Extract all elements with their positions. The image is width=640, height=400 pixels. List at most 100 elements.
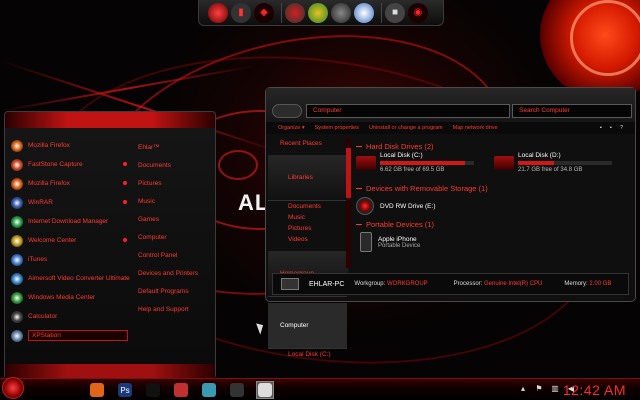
start-place-item[interactable]: Documents <box>138 156 214 174</box>
drive-item[interactable]: Local Disk (D:) 21.7 GB free of 34.8 GB <box>494 152 614 182</box>
start-program-item[interactable]: Calculator <box>11 307 131 326</box>
nav-item[interactable]: Music <box>268 212 347 223</box>
start-program-label: Welcome Center <box>28 237 77 244</box>
start-program-item[interactable]: FastStone Capture <box>11 155 131 174</box>
alien-head-icon[interactable] <box>144 381 162 399</box>
gadget-user-icon[interactable] <box>331 2 351 23</box>
alien-eye-logo <box>218 150 258 180</box>
command-button[interactable]: Organize ▾ <box>278 125 305 131</box>
nav-item[interactable]: Computer <box>268 303 347 349</box>
start-orb-button[interactable] <box>2 377 24 399</box>
hard-disk-icon <box>494 156 514 170</box>
taskbar-app-glyph <box>202 383 216 397</box>
clock-icon[interactable] <box>354 2 374 23</box>
start-place-item[interactable]: Devices and Printers <box>138 264 214 282</box>
group-hard-disk-drives[interactable]: Hard Disk Drives (2) <box>356 140 634 152</box>
gadget-cpu-icon[interactable] <box>285 2 305 23</box>
address-bar[interactable]: Computer <box>306 104 510 118</box>
drive-usage-fill <box>380 161 465 165</box>
nav-scrollbar[interactable] <box>346 138 351 268</box>
details-pane: EHLAR-PC Workgroup: WORKGROUP Processor:… <box>272 273 629 295</box>
preview-pane-icon[interactable]: ▪ <box>610 125 612 131</box>
dock-group: ▮ ◆ <box>205 2 277 23</box>
nav-item[interactable]: Documents <box>268 201 347 212</box>
nav-item[interactable]: Videos <box>268 234 347 245</box>
taskbar-app-glyph <box>230 383 244 397</box>
alien-eye-icon[interactable]: ◉ <box>408 2 428 23</box>
group-removable-storage[interactable]: Devices with Removable Storage (1) <box>356 182 634 194</box>
drive-name: Local Disk (D:) <box>518 152 561 159</box>
command-button[interactable]: System properties <box>315 125 359 131</box>
photoshop-icon[interactable]: Ps <box>116 381 134 399</box>
command-button[interactable]: Uninstall or change a program <box>369 125 443 131</box>
start-place-item[interactable]: Control Panel <box>138 246 214 264</box>
start-program-item[interactable]: Mozilla Firefox <box>11 174 131 193</box>
media-player-icon[interactable] <box>228 381 246 399</box>
explorer-window-icon[interactable] <box>256 381 274 399</box>
gadget-meter-icon[interactable] <box>308 2 328 23</box>
start-program-item[interactable]: XPStation <box>11 326 131 345</box>
memory-label: Memory: <box>564 281 588 287</box>
screenshot-app-icon[interactable] <box>172 381 190 399</box>
hard-disk-icon <box>356 156 376 170</box>
iphone-item[interactable]: Apple iPhone Portable Device <box>356 230 634 254</box>
alien-head-icon[interactable]: ◆ <box>254 2 274 23</box>
drive-usage-bar <box>380 161 474 165</box>
search-input[interactable]: Search Computer <box>512 104 632 118</box>
back-forward-buttons[interactable] <box>272 104 302 118</box>
scrollbar-thumb[interactable] <box>346 148 351 198</box>
firefox-icon[interactable] <box>88 381 106 399</box>
start-place-item[interactable]: Pictures <box>138 174 214 192</box>
alienware-orb-icon[interactable] <box>208 2 228 23</box>
drive-usage-bar <box>518 161 612 165</box>
group-portable-devices[interactable]: Portable Devices (1) <box>356 218 634 230</box>
start-program-item[interactable]: iTunes <box>11 250 131 269</box>
start-place-item[interactable]: Ehlar™ <box>138 138 214 156</box>
idm-icon <box>11 215 23 228</box>
command-button[interactable]: Map network drive <box>453 125 498 131</box>
window-header: Computer Search Computer Organize ▾ Syste… <box>266 88 635 134</box>
start-program-item[interactable]: WinRAR <box>11 193 131 212</box>
start-place-item[interactable]: Help and Support <box>138 300 214 318</box>
start-place-item[interactable]: Computer <box>138 228 214 246</box>
start-program-label: Windows Media Center <box>28 294 96 301</box>
start-program-item[interactable]: Windows Media Center <box>11 288 131 307</box>
start-menu-footer-bar <box>5 364 215 378</box>
media-icon[interactable]: ▮ <box>231 2 251 23</box>
show-hidden-icons-icon[interactable]: ▴ <box>518 383 528 393</box>
device-name: Apple iPhone <box>378 235 417 243</box>
start-program-item[interactable]: Aimersoft Video Converter Ultimate <box>11 269 131 288</box>
nav-item[interactable]: Libraries <box>268 155 347 201</box>
start-program-label: FastStone Capture <box>28 161 83 168</box>
view-controls: ▪ ▪? <box>600 125 623 131</box>
start-program-label: XPStation <box>28 330 128 341</box>
nav-item[interactable]: Local Disk (C:) <box>268 349 347 360</box>
view-options-icon[interactable]: ▪ <box>600 125 602 131</box>
start-program-item[interactable]: Welcome Center <box>11 231 131 250</box>
cube-icon[interactable]: ■ <box>385 2 405 23</box>
start-place-item[interactable]: Default Programs <box>138 282 214 300</box>
content-pane: Hard Disk Drives (2) Local Disk (C:) 6.62… <box>356 140 634 272</box>
dock-group: ■ ◉ <box>381 2 431 23</box>
drive-item[interactable]: Local Disk (C:) 6.62 GB free of 69.5 GB <box>356 152 476 182</box>
start-place-item[interactable]: Games <box>138 210 214 228</box>
drive-space: 21.7 GB free of 34.8 GB <box>518 167 583 173</box>
network-icon[interactable]: ▥ <box>550 383 560 393</box>
address-text: Computer <box>313 107 342 114</box>
start-program-item[interactable]: Mozilla Firefox <box>11 136 131 155</box>
start-program-label: Mozilla Firefox <box>28 142 70 149</box>
start-program-item[interactable]: Internet Download Manager <box>11 212 131 231</box>
taskbar-clock[interactable]: 12:42 AM <box>563 382 626 398</box>
start-program-label: Calculator <box>28 313 58 320</box>
nav-item[interactable]: Pictures <box>268 223 347 234</box>
xpstation-icon <box>11 329 23 342</box>
start-program-label: WinRAR <box>28 199 53 206</box>
help-icon[interactable]: ? <box>620 125 623 131</box>
flag-icon[interactable]: ⚑ <box>534 383 544 393</box>
dvd-drive-item[interactable]: DVD RW Drive (E:) <box>356 194 634 218</box>
nav-item[interactable]: Recent Places <box>268 138 347 149</box>
drive-name: Local Disk (C:) <box>380 152 423 159</box>
start-place-item[interactable]: Music <box>138 192 214 210</box>
firefox-icon <box>11 139 23 152</box>
notepad-icon[interactable] <box>200 381 218 399</box>
